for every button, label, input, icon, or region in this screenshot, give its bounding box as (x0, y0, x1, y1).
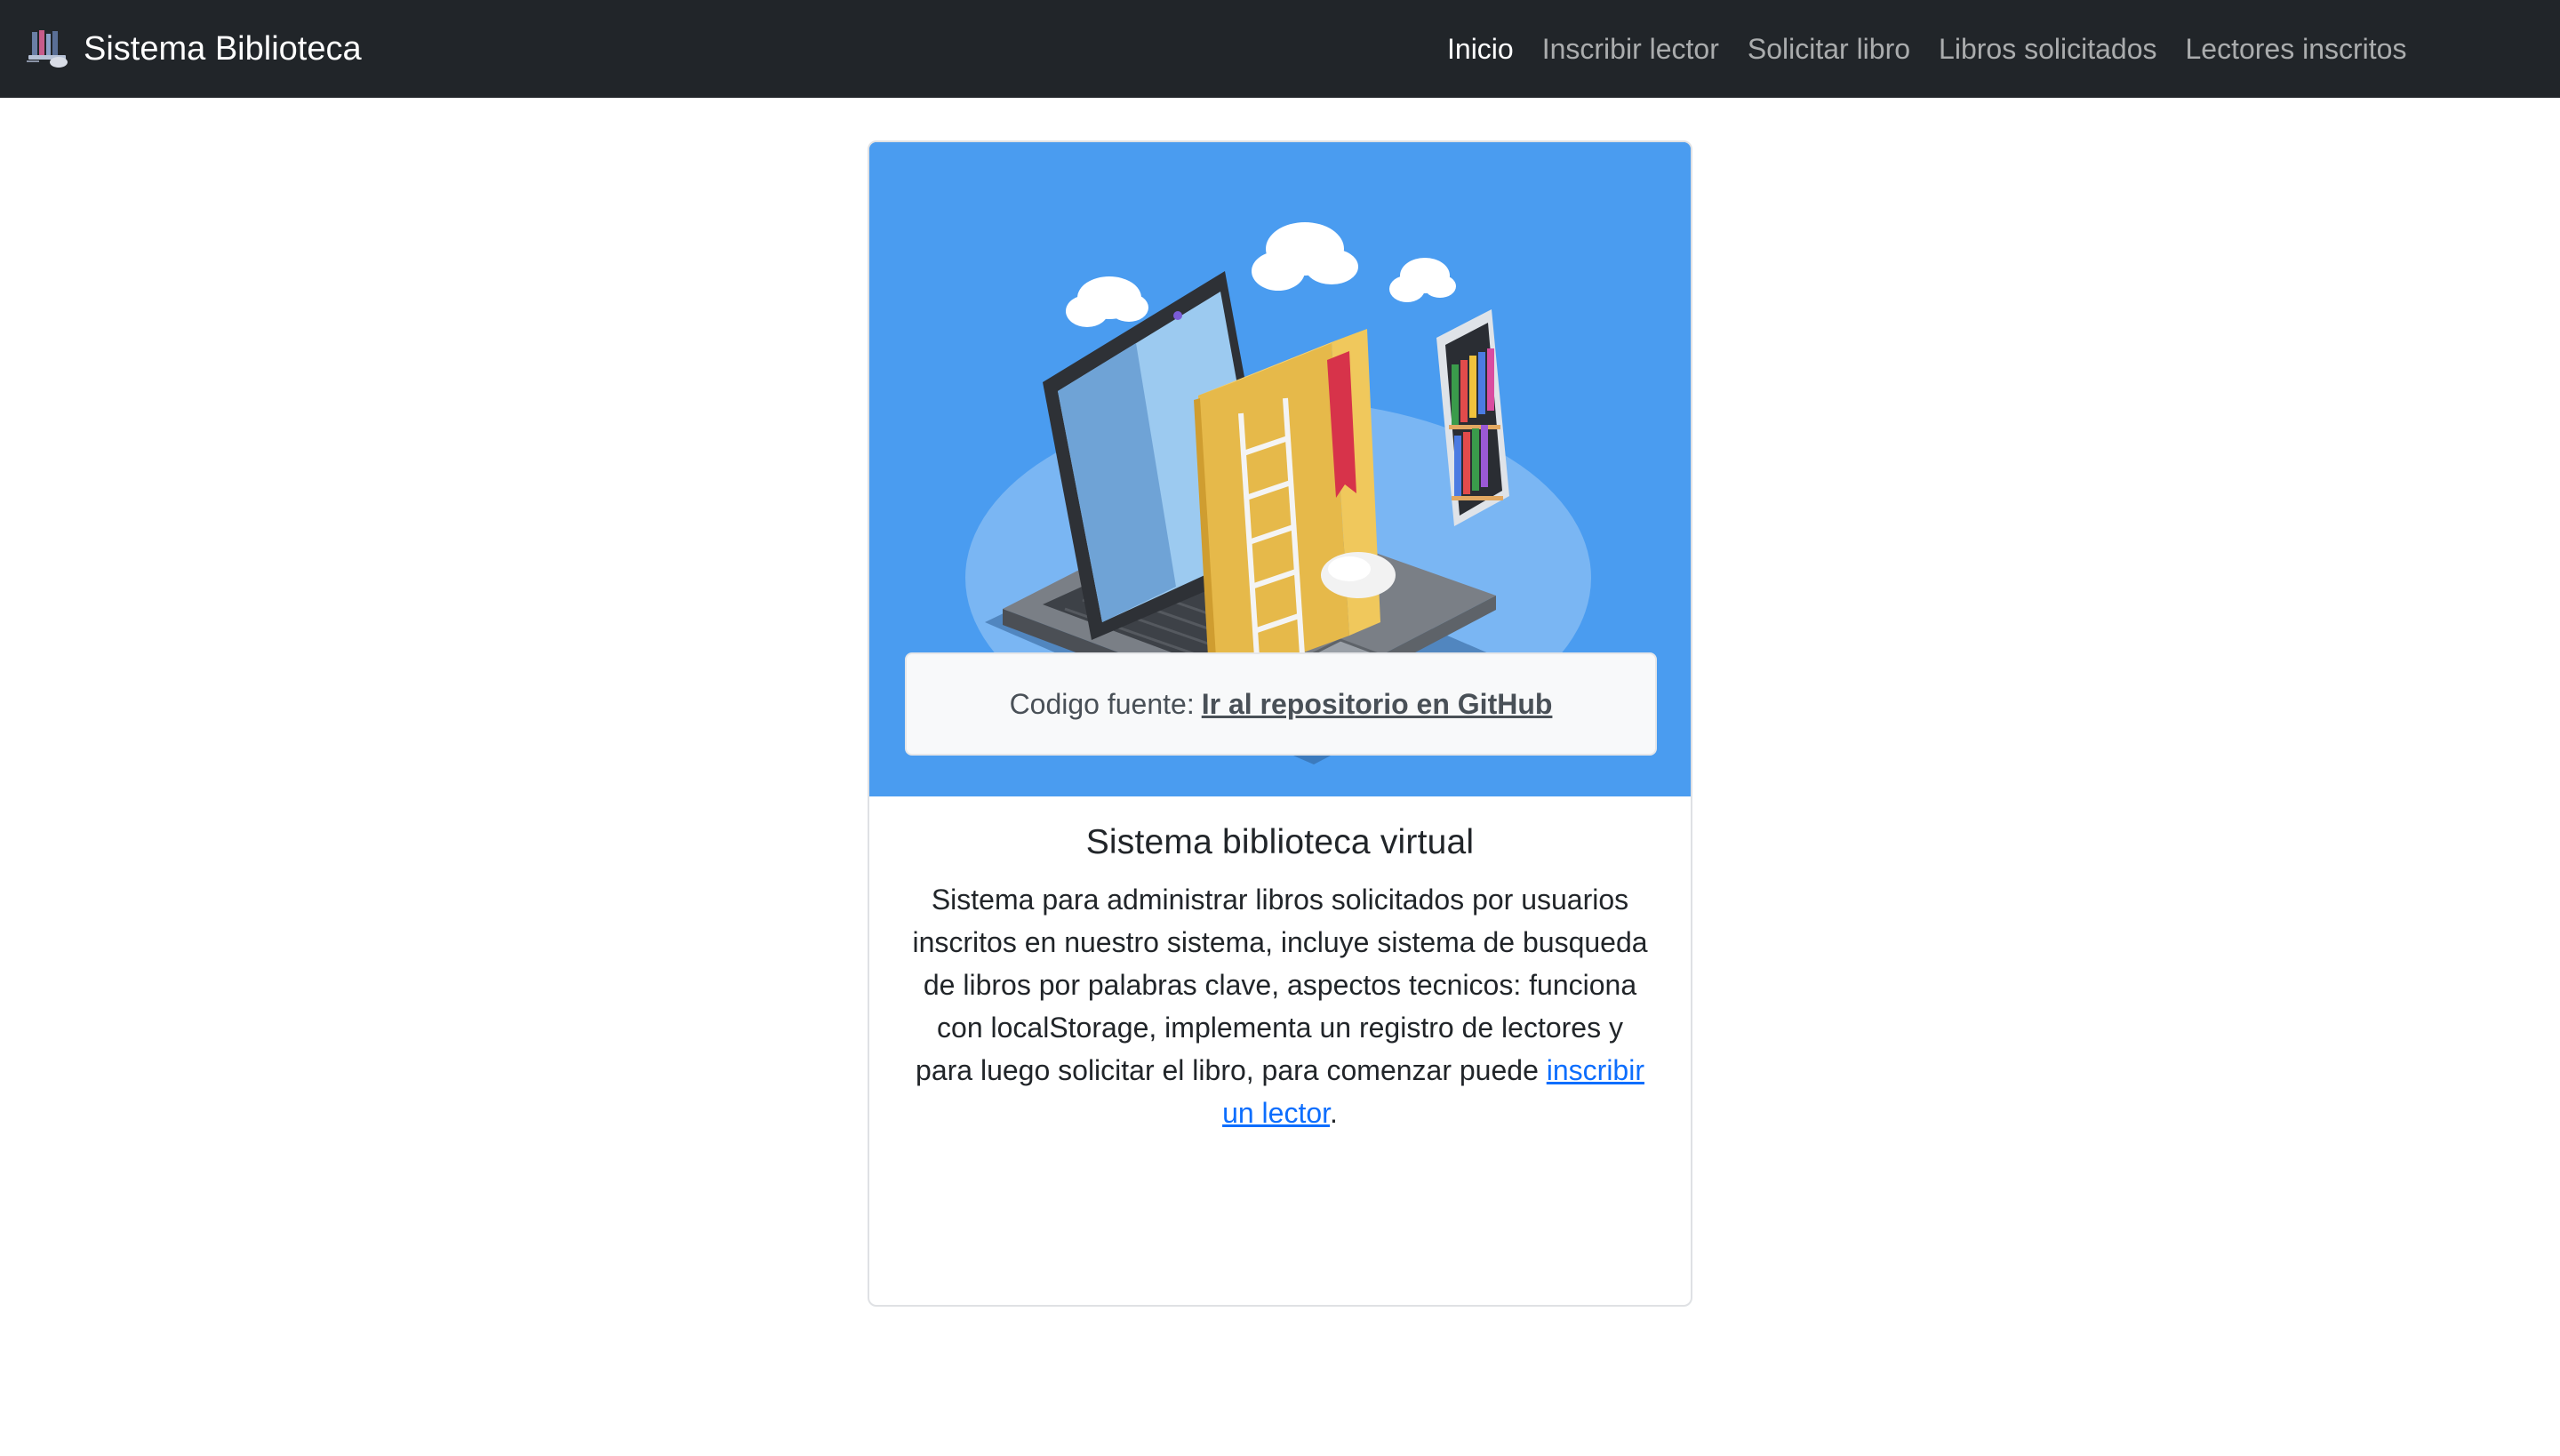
nav-link-inicio[interactable]: Inicio (1433, 33, 1528, 66)
intro-card: Sistema biblioteca virtual Sistema para … (868, 140, 1692, 1307)
nav-link-solicitar-libro[interactable]: Solicitar libro (1733, 33, 1924, 66)
library-laptop-icon (27, 30, 68, 68)
main-nav: Inicio Inscribir lector Solicitar libro … (1433, 0, 2420, 98)
description-text: Sistema para administrar libros solicita… (912, 884, 1648, 1086)
source-label: Codigo fuente: (1009, 687, 1195, 720)
brand-link[interactable]: Sistema Biblioteca (25, 0, 362, 98)
nav-link-lectores-inscritos[interactable]: Lectores inscritos (2171, 33, 2420, 66)
nav-link-libros-solicitados[interactable]: Libros solicitados (1924, 33, 2171, 66)
top-navbar: Sistema Biblioteca Inicio Inscribir lect… (0, 0, 2560, 98)
card-body: Sistema biblioteca virtual Sistema para … (869, 796, 1691, 1134)
card-title: Sistema biblioteca virtual (1085, 823, 1475, 861)
card-description: Sistema para administrar libros solicita… (905, 878, 1655, 1134)
source-code-footer: Codigo fuente: Ir al repositorio en GitH… (905, 652, 1657, 756)
github-repo-link[interactable]: Ir al repositorio en GitHub (1202, 688, 1553, 721)
brand-title: Sistema Biblioteca (84, 29, 362, 68)
description-end: . (1330, 1097, 1338, 1129)
nav-link-inscribir-lector[interactable]: Inscribir lector (1528, 33, 1733, 66)
